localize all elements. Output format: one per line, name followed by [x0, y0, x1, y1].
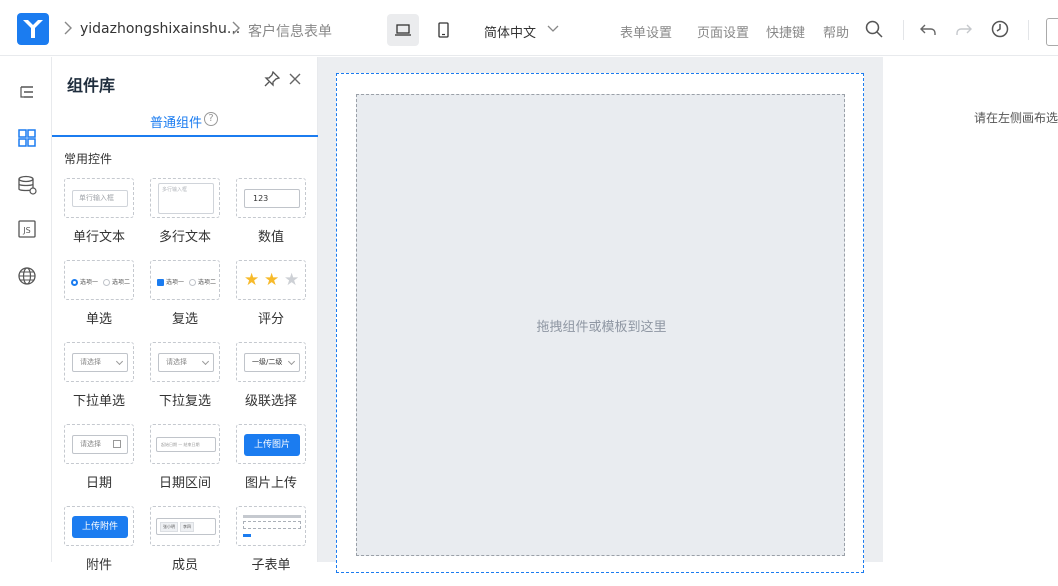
left-rail: JS [0, 57, 52, 562]
history-clock-icon[interactable] [990, 19, 1010, 39]
language-select[interactable]: 简体中文 [484, 22, 536, 41]
globe-icon[interactable] [16, 265, 38, 287]
help-link[interactable]: 帮助 [823, 22, 849, 41]
component-label: 图片上传 [244, 476, 297, 491]
component-checkbox[interactable]: 选项一 选项二 复选 [150, 260, 220, 340]
property-hint: 请在左侧画布选 [974, 111, 1058, 125]
preview-textarea: 多行输入框 [158, 183, 214, 214]
star-filled-icon: ★ [264, 270, 280, 290]
top-bar: yidazhongshixainshu... 客户信息表单 简体中文 表单设置 … [0, 0, 1058, 56]
chevron-down-icon[interactable] [547, 25, 559, 33]
component-label: 级联选择 [244, 394, 297, 409]
component-label: 子表单 [251, 558, 291, 573]
component-grid-icon[interactable] [16, 127, 38, 149]
undo-icon[interactable] [918, 19, 938, 39]
checkbox-icon [189, 279, 196, 286]
page-settings-link[interactable]: 页面设置 [697, 22, 749, 41]
component-multi-line-text[interactable]: 多行输入框 多行文本 [150, 178, 220, 258]
chevron-down-icon [115, 357, 124, 366]
data-source-icon[interactable] [16, 174, 38, 196]
chevron-right-icon [64, 21, 72, 35]
component-cascade-select[interactable]: 一级/二级 级联选择 [236, 342, 306, 422]
pin-icon[interactable] [264, 71, 280, 87]
component-single-line-text[interactable]: 单行输入框 单行文本 [64, 178, 134, 258]
component-dropdown-single[interactable]: 请选择 下拉单选 [64, 342, 134, 422]
component-image-upload[interactable]: 上传图片 图片上传 [236, 424, 306, 504]
panel-title: 组件库 [67, 76, 116, 95]
star-filled-icon: ★ [244, 270, 260, 290]
form-container[interactable]: 拖拽组件或模板到这里 [336, 73, 864, 573]
component-label: 下拉复选 [158, 394, 211, 409]
radio-dot-icon [71, 279, 78, 286]
component-label: 日期 [85, 476, 112, 491]
svg-text:JS: JS [22, 226, 30, 235]
component-label: 附件 [85, 558, 112, 573]
star-empty-icon: ★ [284, 270, 300, 290]
form-settings-link[interactable]: 表单设置 [620, 22, 672, 41]
breadcrumb-app[interactable]: yidazhongshixainshu... [80, 21, 240, 37]
radio-dot-icon [103, 279, 110, 286]
desktop-view-button[interactable] [387, 14, 419, 46]
component-label: 评分 [257, 312, 284, 327]
chevron-right-icon [232, 21, 240, 35]
laptop-icon [395, 24, 411, 36]
component-label: 单选 [85, 312, 112, 327]
search-icon[interactable] [864, 19, 884, 39]
mobile-view-button[interactable] [427, 14, 459, 46]
close-icon[interactable] [288, 72, 302, 86]
component-dropdown-multi[interactable]: 请选择 下拉复选 [150, 342, 220, 422]
component-date[interactable]: 请选择 日期 [64, 424, 134, 504]
component-label: 数值 [257, 230, 284, 245]
component-label: 多行文本 [158, 230, 211, 245]
chevron-down-icon [201, 357, 210, 366]
calendar-icon [113, 440, 121, 448]
component-label: 下拉单选 [72, 394, 125, 409]
component-library-panel: 组件库 普通组件 ? 常用控件 单行输入框 单行文本 多行输入框 多行文本 12… [52, 57, 318, 573]
tab-common-components[interactable]: 普通组件 ? [52, 105, 318, 137]
design-canvas: 拖拽组件或模板到这里 [318, 57, 883, 573]
breadcrumb-form[interactable]: 客户信息表单 [248, 21, 332, 41]
component-label: 复选 [171, 312, 198, 327]
preview-upload-button: 上传图片 [244, 434, 300, 456]
toolbar-button-partial[interactable] [1046, 18, 1058, 46]
divider [1028, 20, 1029, 40]
subform-row [243, 521, 301, 529]
component-attachment[interactable]: 上传附件 附件 [64, 506, 134, 586]
help-icon[interactable]: ? [204, 112, 218, 126]
component-date-range[interactable]: 起始日期 — 结束日期 日期区间 [150, 424, 220, 504]
property-panel: 请在左侧画布选 [883, 57, 1058, 562]
preview-upload-button: 上传附件 [72, 516, 128, 538]
component-radio[interactable]: 选项一 选项二 单选 [64, 260, 134, 340]
checkbox-icon [157, 279, 164, 286]
redo-icon[interactable] [954, 19, 974, 39]
subform-header-bar [243, 515, 301, 518]
component-rating[interactable]: ★ ★ ★ 评分 [236, 260, 306, 340]
section-title: 常用控件 [64, 152, 113, 166]
shortcuts-link[interactable]: 快捷键 [766, 22, 805, 41]
drop-zone[interactable]: 拖拽组件或模板到这里 [356, 94, 845, 556]
js-code-icon[interactable]: JS [16, 218, 38, 240]
preview-number: 123 [244, 189, 300, 208]
component-label: 单行文本 [72, 230, 125, 245]
component-number[interactable]: 123 数值 [236, 178, 306, 258]
component-member[interactable]: 张小明 李四 成员 [150, 506, 220, 586]
phone-icon [438, 22, 449, 38]
subform-add-bar [243, 534, 251, 537]
component-subform[interactable]: 子表单 [236, 506, 306, 586]
drop-hint: 拖拽组件或模板到这里 [536, 320, 667, 335]
preview-input: 单行输入框 [72, 190, 128, 207]
component-label: 日期区间 [158, 476, 211, 491]
outline-tree-icon[interactable] [16, 82, 38, 104]
chevron-down-icon [287, 357, 296, 366]
component-label: 成员 [171, 558, 198, 573]
app-logo[interactable] [17, 13, 49, 45]
tab-label: 普通组件 [150, 116, 203, 131]
divider [903, 20, 904, 40]
